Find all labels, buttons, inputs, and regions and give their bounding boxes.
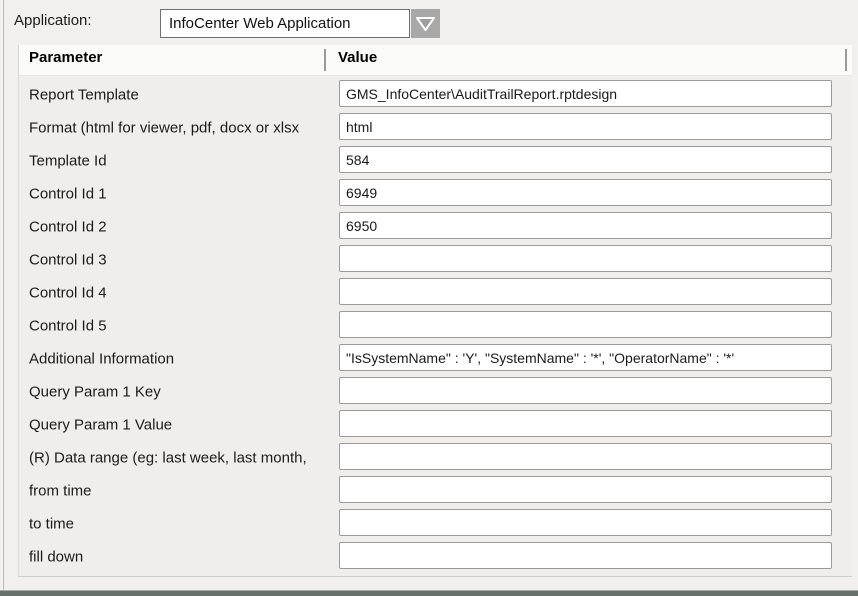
table-row: Control Id 4 [19,276,852,309]
parameter-label: Control Id 1 [29,185,107,202]
parameter-label: Control Id 4 [29,284,107,301]
application-dropdown-value[interactable]: InfoCenter Web Application [160,9,410,38]
value-input[interactable] [339,542,832,569]
value-input[interactable] [339,245,832,272]
column-divider [324,49,326,71]
table-row: Format (html for viewer, pdf, docx or xl… [19,111,852,144]
value-input[interactable] [339,377,832,404]
value-input[interactable] [339,476,832,503]
parameter-label: Format (html for viewer, pdf, docx or xl… [29,119,299,136]
value-input[interactable] [339,278,832,305]
table-row: Control Id 5 [19,309,852,342]
value-input[interactable] [339,212,832,239]
parameter-label: Query Param 1 Value [29,416,172,433]
parameter-label: Additional Information [29,350,174,367]
value-input[interactable] [339,410,832,437]
parameter-label: from time [29,482,92,499]
table-row: to time [19,507,852,540]
table-row: fill down [19,540,852,573]
value-input[interactable] [339,509,832,536]
parameter-label: Query Param 1 Key [29,383,161,400]
application-selector-row: Application: InfoCenter Web Application [0,0,858,45]
table-row: Template Id [19,144,852,177]
table-row: Additional Information [19,342,852,375]
parameter-label: (R) Data range (eg: last week, last mont… [29,449,307,466]
column-divider [845,49,847,71]
value-input[interactable] [339,80,832,107]
parameter-label: Template Id [29,152,107,169]
table-row: Query Param 1 Value [19,408,852,441]
application-label: Application: [14,12,92,29]
table-row: Control Id 2 [19,210,852,243]
parameter-label: Control Id 3 [29,251,107,268]
parameter-label: Control Id 2 [29,218,107,235]
table-row: Control Id 1 [19,177,852,210]
column-header-value: Value [338,49,377,66]
table-row: from time [19,474,852,507]
bottom-border-bar [0,590,858,596]
parameter-label: Report Template [29,86,139,103]
column-header-parameter: Parameter [29,49,102,66]
chevron-down-icon [415,15,436,33]
table-row: (R) Data range (eg: last week, last mont… [19,441,852,474]
value-input[interactable] [339,146,832,173]
table-row: Report Template [19,78,852,111]
table-row: Control Id 3 [19,243,852,276]
value-input[interactable] [339,113,832,140]
value-input[interactable] [339,344,832,371]
value-input[interactable] [339,179,832,206]
table-header-row: Parameter Value [19,45,852,76]
value-input[interactable] [339,443,832,470]
parameter-table: Parameter Value Report Template Format (… [18,45,852,577]
table-body: Report Template Format (html for viewer,… [19,76,852,573]
application-dropdown[interactable]: InfoCenter Web Application [160,9,440,38]
parameter-label: to time [29,515,74,532]
parameter-label: Control Id 5 [29,317,107,334]
application-dropdown-button[interactable] [411,9,440,38]
table-row: Query Param 1 Key [19,375,852,408]
parameter-label: fill down [29,548,83,565]
window-left-edge [3,0,4,590]
value-input[interactable] [339,311,832,338]
